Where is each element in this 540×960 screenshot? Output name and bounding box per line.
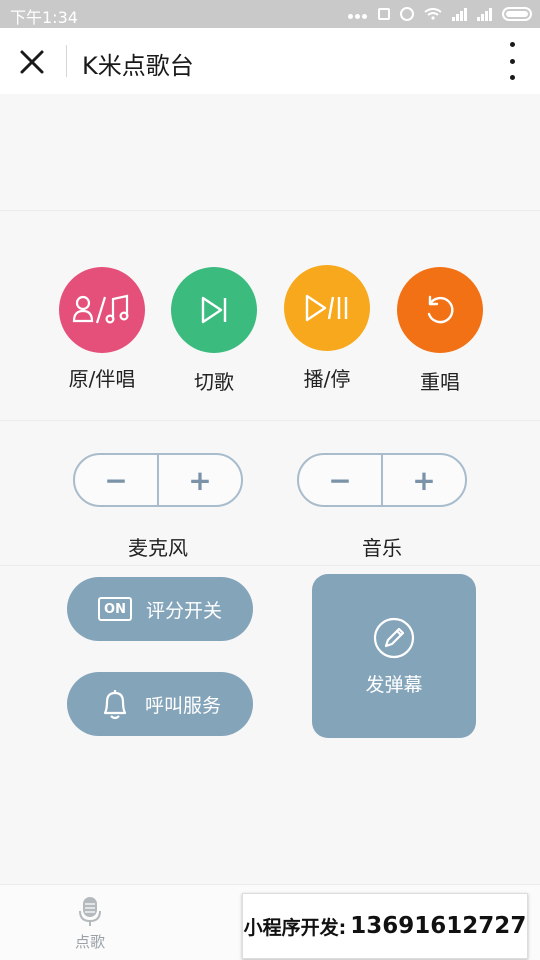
promo-banner: 小程序开发: 13691612727 [242, 893, 528, 959]
bottom-tab-bar: 点歌 小程序开发: 13691612727 [0, 884, 540, 960]
bell-icon [103, 690, 127, 720]
play-pause-icon [305, 294, 348, 322]
skip-song-label: 切歌 [194, 370, 234, 394]
skip-next-icon [201, 296, 227, 324]
mic-volume-up-button[interactable]: + [159, 455, 241, 505]
status-bar: 下午1:34 [0, 0, 540, 28]
vocal-accompaniment-label: 原/伴唱 [68, 367, 136, 391]
page-title: K米点歌台 [82, 52, 194, 80]
signal-icon-1 [452, 7, 467, 21]
music-volume-down-button[interactable]: − [299, 455, 381, 505]
wifi-icon [424, 7, 442, 20]
battery-icon [502, 6, 532, 21]
section-divider [0, 420, 540, 421]
mic-label: 麦克风 [128, 536, 188, 560]
call-service-button[interactable]: 呼叫服务 [67, 672, 253, 736]
mic-volume-down-button[interactable]: − [75, 455, 157, 505]
dot [509, 42, 515, 47]
mic-volume-stepper: − + [73, 453, 243, 507]
signal-icon-2 [477, 7, 492, 21]
send-danmaku-button[interactable]: 发弹幕 [312, 574, 476, 738]
replay-label: 重唱 [420, 370, 460, 394]
dot [509, 58, 515, 64]
tab-song-label: 点歌 [74, 933, 105, 951]
play-pause-button[interactable] [284, 265, 370, 351]
screen: 下午1:34 K米点歌台 原/伴唱 切歌 播/停 重唱 − + − + 麦克风 … [0, 0, 540, 960]
header-divider [66, 45, 67, 77]
music-volume-up-button[interactable]: + [383, 455, 465, 505]
dot [509, 75, 515, 80]
send-danmaku-label: 发弹幕 [365, 673, 423, 696]
music-label: 音乐 [362, 536, 402, 560]
status-icons [347, 4, 532, 23]
play-pause-label: 播/停 [303, 367, 351, 391]
section-divider [0, 565, 540, 566]
music-volume-stepper: − + [297, 453, 467, 507]
alarm-icon [400, 6, 414, 21]
on-badge-icon: ON [97, 597, 132, 621]
score-toggle-label: 评分开关 [145, 599, 222, 622]
section-divider [0, 210, 540, 211]
skip-song-button[interactable] [171, 267, 257, 353]
replay-icon [427, 295, 454, 324]
score-toggle-button[interactable]: ON 评分开关 [67, 577, 253, 641]
more-menu-button[interactable] [504, 42, 520, 80]
vocal-accompaniment-button[interactable] [59, 267, 145, 353]
promo-text: 小程序开发: [243, 916, 347, 939]
status-time: 下午1:34 [10, 8, 78, 27]
microphone-icon [79, 897, 101, 926]
call-service-label: 呼叫服务 [144, 694, 221, 717]
mini-program-header: K米点歌台 [0, 28, 540, 94]
tab-song-request[interactable]: 点歌 [60, 895, 120, 952]
screen-icon [378, 7, 390, 20]
close-icon[interactable] [14, 44, 50, 80]
promo-phone: 13691612727 [350, 913, 527, 939]
more-dots-icon [347, 4, 368, 23]
replay-button[interactable] [397, 267, 483, 353]
pencil-edit-icon [373, 617, 415, 658]
vocal-accompaniment-icon [72, 294, 129, 324]
